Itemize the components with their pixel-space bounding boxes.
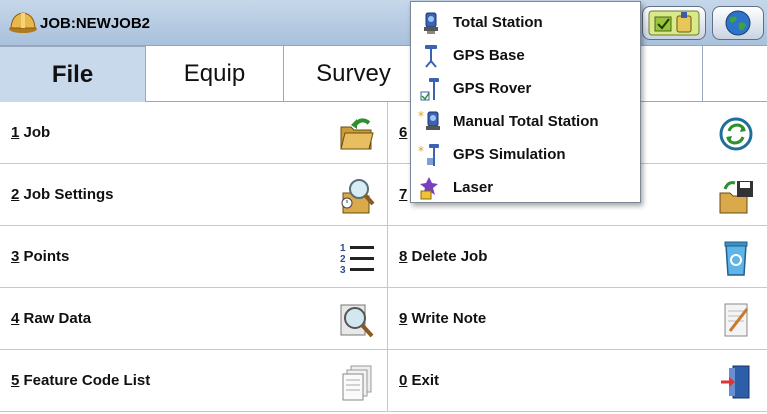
exit-door-icon xyxy=(721,365,750,399)
menu-option-label: GPS Base xyxy=(453,47,525,64)
sync-icon xyxy=(719,117,753,151)
menu-item-exit[interactable]: 0 Exit xyxy=(388,350,767,412)
gps-base-icon xyxy=(425,45,437,68)
recycle-bin-icon xyxy=(724,241,748,276)
hardhat-icon xyxy=(9,12,37,33)
svg-text:*: * xyxy=(418,144,424,158)
menu-item-number: 6 xyxy=(399,124,408,141)
svg-text:*: * xyxy=(418,109,424,123)
menu-item-points[interactable]: 3 Points 1 2 3 xyxy=(0,226,388,288)
menu-item-write-note[interactable]: 9 Write Note xyxy=(388,288,767,350)
job-settings-icon xyxy=(341,179,375,214)
menu-option-label: Manual Total Station xyxy=(453,113,599,130)
menu-item-label: Job xyxy=(19,124,51,141)
folder-open-icon xyxy=(340,118,374,150)
instrument-status-icon xyxy=(648,10,700,36)
menu-item-label: Write Note xyxy=(407,310,487,327)
tab-equip[interactable]: Equip xyxy=(146,46,284,102)
svg-text:1: 1 xyxy=(340,243,346,254)
menu-option-label: Total Station xyxy=(453,14,543,31)
total-station-icon xyxy=(424,12,438,34)
menu-option-label: GPS Simulation xyxy=(453,146,566,163)
globe-button[interactable] xyxy=(712,6,764,40)
menu-option-label: Laser xyxy=(453,179,494,196)
title-bar: JOB:NEWJOB2 xyxy=(0,0,767,46)
svg-text:3: 3 xyxy=(340,265,346,276)
job-title: JOB:NEWJOB2 xyxy=(40,15,151,32)
menu-item-label: Raw Data xyxy=(19,310,92,327)
feature-code-list-icon xyxy=(342,365,372,401)
menu-option-gps-simulation[interactable]: * GPS Simulation xyxy=(411,138,640,171)
note-pencil-icon xyxy=(724,303,749,337)
gps-rover-icon xyxy=(420,78,439,101)
save-folder-icon xyxy=(719,181,753,214)
equipment-dropdown-menu: Total Station GPS Base GPS Rover * Manua… xyxy=(410,1,641,203)
globe-icon xyxy=(725,10,751,36)
menu-option-label: GPS Rover xyxy=(453,80,532,97)
tab-file[interactable]: File xyxy=(0,46,146,102)
menu-item-delete-job[interactable]: 8 Delete Job xyxy=(388,226,767,288)
tab-survey[interactable]: Survey xyxy=(284,46,424,102)
menu-item-label: Job Settings xyxy=(19,186,114,203)
menu-item-feature-code-list[interactable]: 5 Feature Code List xyxy=(0,350,388,412)
menu-item-label: Feature Code List xyxy=(19,372,151,389)
menu-option-manual-total-station[interactable]: * Manual Total Station xyxy=(411,105,640,138)
svg-text:2: 2 xyxy=(340,254,346,265)
menu-option-gps-base[interactable]: GPS Base xyxy=(411,39,640,72)
tab-bar: File Equip Survey ad xyxy=(0,46,767,102)
numbered-list-icon: 1 2 3 xyxy=(340,243,374,276)
instrument-status-button[interactable] xyxy=(642,6,706,40)
menu-item-job-settings[interactable]: 2 Job Settings xyxy=(0,164,388,226)
laser-icon xyxy=(420,177,438,200)
menu-item-number: 7 xyxy=(399,186,408,203)
menu-item-job[interactable]: 1 Job xyxy=(0,102,388,164)
menu-option-gps-rover[interactable]: GPS Rover xyxy=(411,72,640,105)
gps-simulation-icon: * xyxy=(418,144,439,166)
menu-item-label: Delete Job xyxy=(407,248,488,265)
menu-item-raw-data[interactable]: 4 Raw Data xyxy=(0,288,388,350)
menu-item-label: Points xyxy=(19,248,70,265)
manual-total-station-icon: * xyxy=(418,109,440,130)
raw-data-search-icon xyxy=(340,304,374,338)
menu-option-laser[interactable]: Laser xyxy=(411,171,640,204)
menu-option-total-station[interactable]: Total Station xyxy=(411,6,640,39)
menu-item-label: Exit xyxy=(407,372,440,389)
